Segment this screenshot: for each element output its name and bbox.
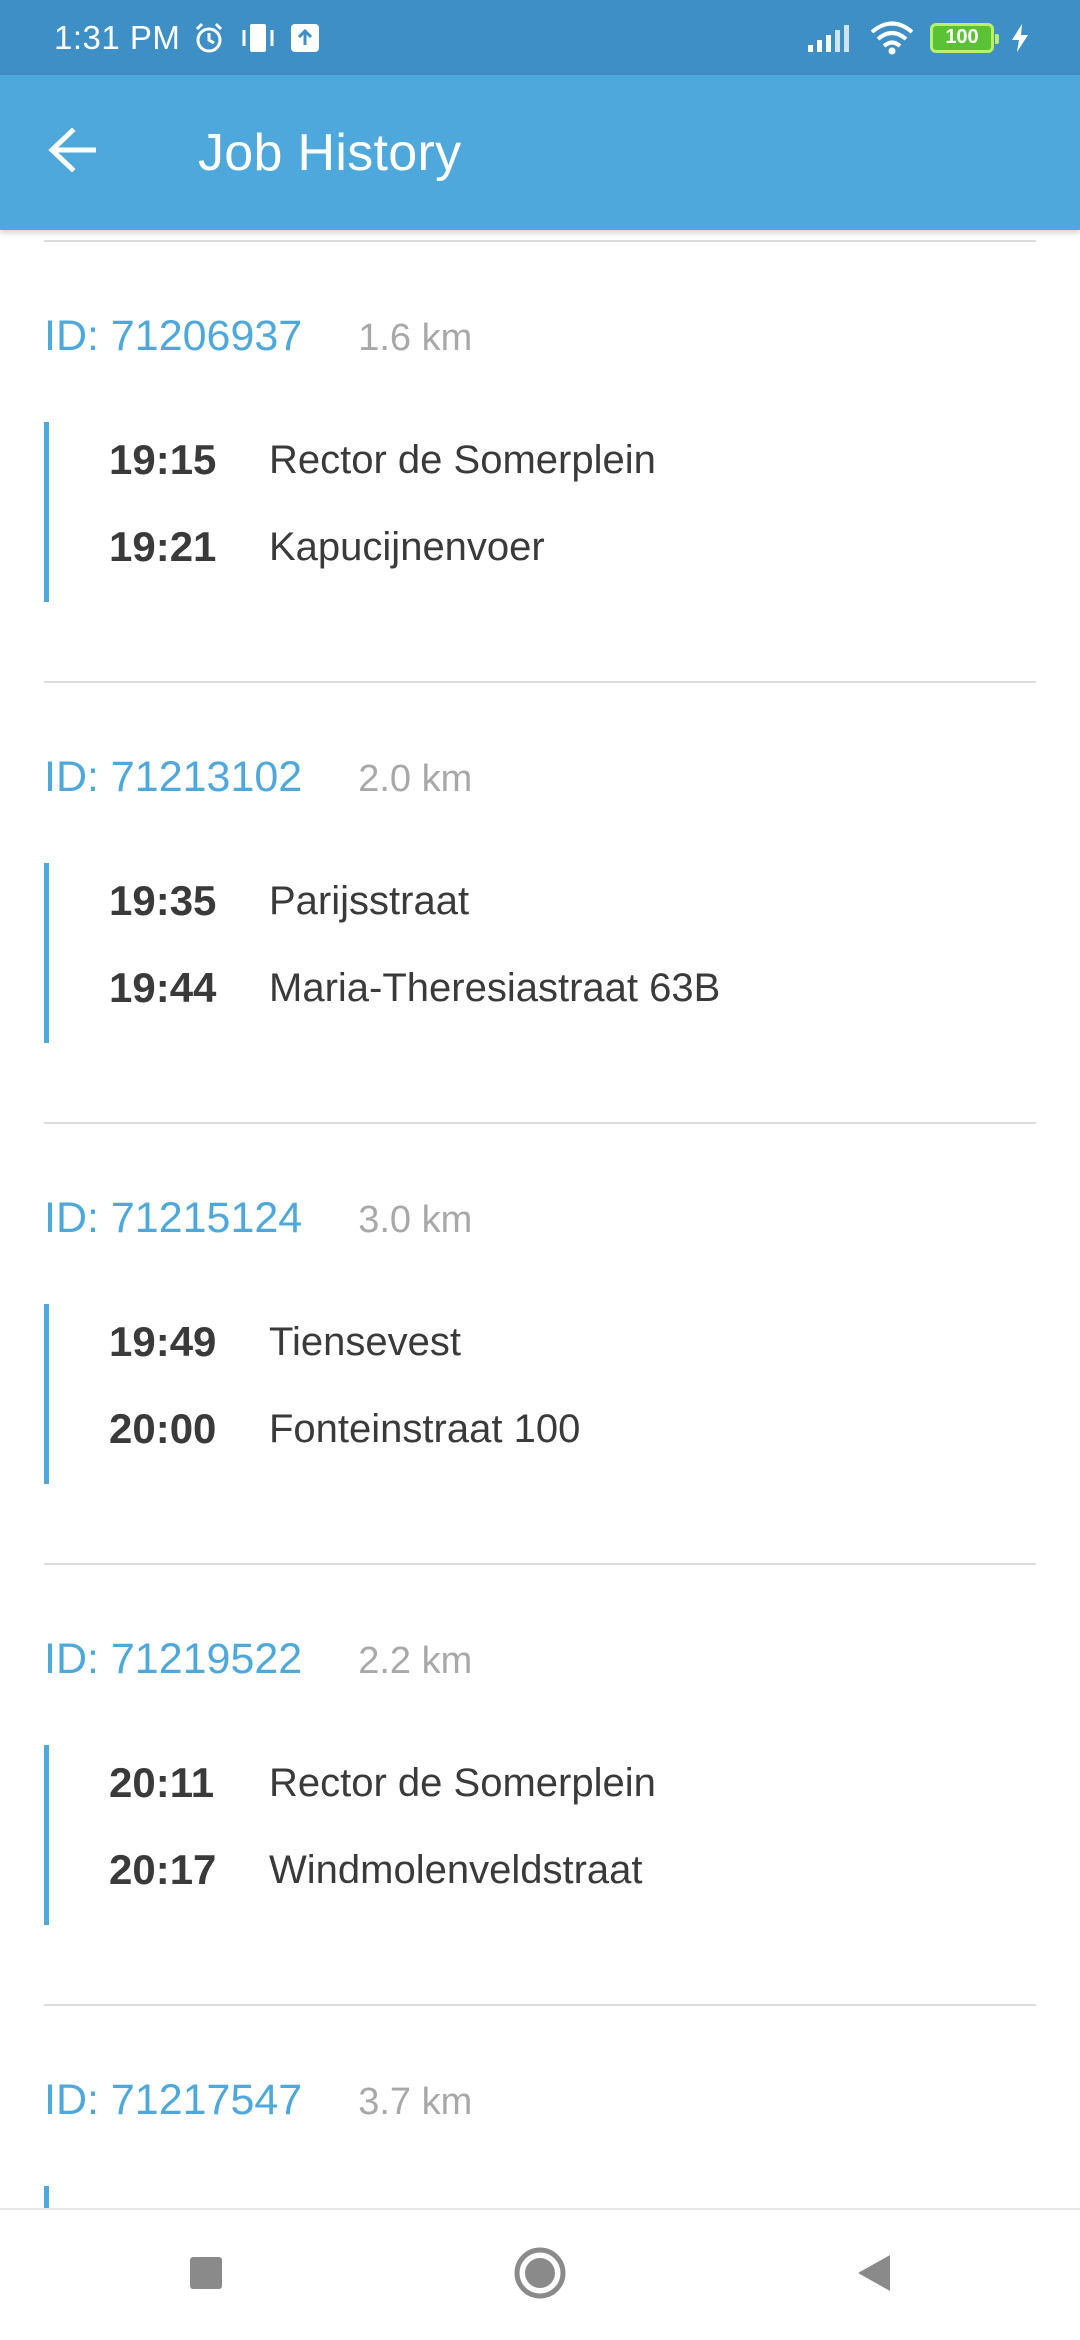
stop-time: 20:17 <box>109 1846 217 1893</box>
recents-button[interactable] <box>156 2225 256 2325</box>
stop-address: Fonteinstraat 100 <box>269 1406 581 1451</box>
stop-pickup: 19:49 Tiensevest <box>109 1312 461 1372</box>
stop-pickup: 20:11 Rector de Somerplein <box>109 1753 656 1813</box>
job-item[interactable]: ID: 71206937 1.6 km 19:15 Rector de Some… <box>0 242 1080 683</box>
stop-pickup: 19:15 Rector de Somerplein <box>109 430 656 490</box>
page-title: Job History <box>198 123 462 182</box>
system-nav-bar <box>0 2208 1080 2340</box>
upload-icon <box>290 23 320 53</box>
battery-icon: 100 <box>930 22 999 53</box>
job-header: ID: 71219522 2.2 km <box>44 1635 472 1684</box>
job-header: ID: 71206937 1.6 km <box>44 312 472 361</box>
status-bar: 1:31 PM 100 <box>0 0 1080 75</box>
status-notification-icons <box>192 21 320 55</box>
job-distance: 3.0 km <box>358 1199 473 1241</box>
stop-address: Maria-Theresiastraat 63B <box>269 965 721 1010</box>
alarm-icon <box>192 21 226 55</box>
signal-icon <box>806 23 854 53</box>
job-stops: 19:49 Tiensevest 20:00 Fonteinstraat 100 <box>44 1304 994 1484</box>
stop-time: 20:00 <box>109 1405 217 1452</box>
charging-icon <box>1010 23 1030 53</box>
vibrate-icon <box>240 21 276 55</box>
status-system-icons: 100 <box>806 21 1030 55</box>
stop-address: Kapucijnenvoer <box>269 524 545 569</box>
stop-address: Tiensevest <box>269 1319 461 1364</box>
app-bar: Job History <box>0 75 1080 230</box>
job-distance: 3.7 km <box>358 2081 473 2123</box>
job-stops: 19:35 Parijsstraat 19:44 Maria-Theresias… <box>44 863 994 1043</box>
job-item[interactable]: ID: 71217547 3.7 km <box>0 2006 1080 2208</box>
job-header: ID: 71213102 2.0 km <box>44 753 472 802</box>
stop-pickup: 19:35 Parijsstraat <box>109 871 469 931</box>
job-id: ID: 71213102 <box>44 753 303 801</box>
job-item[interactable]: ID: 71219522 2.2 km 20:11 Rector de Some… <box>0 1565 1080 2006</box>
job-id: ID: 71206937 <box>44 312 303 360</box>
job-id: ID: 71215124 <box>44 1194 303 1242</box>
arrow-left-icon <box>48 127 97 177</box>
stop-time: 19:15 <box>109 436 217 483</box>
job-header: ID: 71215124 3.0 km <box>44 1194 472 1243</box>
stop-dropoff: 20:17 Windmolenveldstraat <box>109 1840 643 1900</box>
stop-time: 19:35 <box>109 877 217 924</box>
back-button[interactable] <box>0 75 150 230</box>
wifi-icon <box>870 21 914 55</box>
stop-address: Parijsstraat <box>269 878 470 923</box>
stop-dropoff: 20:00 Fonteinstraat 100 <box>109 1399 580 1459</box>
job-distance: 2.0 km <box>358 758 473 800</box>
job-id: ID: 71217547 <box>44 2076 303 2124</box>
job-distance: 1.6 km <box>358 317 473 359</box>
stop-time: 19:44 <box>109 964 217 1011</box>
back-nav-button[interactable] <box>824 2225 924 2325</box>
home-circle-icon <box>513 2246 567 2305</box>
job-id: ID: 71219522 <box>44 1635 303 1683</box>
stop-time: 20:11 <box>109 1759 215 1806</box>
stop-dropoff: 19:44 Maria-Theresiastraat 63B <box>109 958 720 1018</box>
job-item[interactable]: ID: 71213102 2.0 km 19:35 Parijsstraat 1… <box>0 683 1080 1124</box>
stop-address: Rector de Somerplein <box>269 1760 656 1805</box>
job-stops: 20:11 Rector de Somerplein 20:17 Windmol… <box>44 1745 994 1925</box>
home-button[interactable] <box>490 2225 590 2325</box>
job-distance: 2.2 km <box>358 1640 473 1682</box>
job-header: ID: 71217547 3.7 km <box>44 2076 472 2125</box>
stop-address: Windmolenveldstraat <box>269 1847 643 1892</box>
stop-address: Rector de Somerplein <box>269 437 656 482</box>
job-stops <box>44 2186 994 2208</box>
status-time: 1:31 PM <box>54 18 181 56</box>
stop-dropoff: 19:21 Kapucijnenvoer <box>109 517 545 577</box>
recents-square-icon <box>189 2256 223 2295</box>
stop-time: 19:49 <box>109 1318 217 1365</box>
job-item[interactable]: ID: 71215124 3.0 km 19:49 Tiensevest 20:… <box>0 1124 1080 1565</box>
stop-time: 19:21 <box>109 523 217 570</box>
job-stops: 19:15 Rector de Somerplein 19:21 Kapucij… <box>44 422 994 602</box>
back-triangle-icon <box>856 2253 892 2298</box>
job-list[interactable]: ID: 71206937 1.6 km 19:15 Rector de Some… <box>0 230 1080 2208</box>
